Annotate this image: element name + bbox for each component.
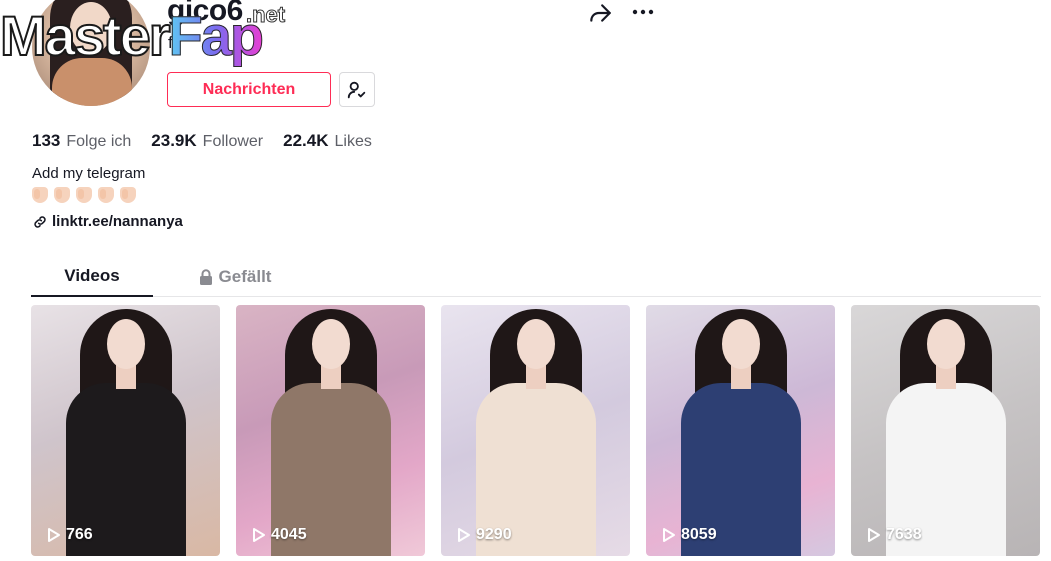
play-icon [458, 528, 470, 542]
tab-liked-label: Gefällt [218, 266, 272, 286]
stat-value: 22.4K [283, 131, 329, 150]
video-view-count: 7638 [886, 526, 922, 543]
profile-stats: 133 Folge ich 23.9K Follower 22.4K Likes [32, 131, 372, 151]
video-card[interactable]: 4045 [236, 305, 425, 556]
profile-link[interactable]: linktr.ee/nannanya [32, 213, 183, 230]
video-view-count: 8059 [681, 526, 717, 543]
video-views: 8059 [662, 526, 717, 544]
stat-value: 133 [32, 131, 61, 150]
video-views: 766 [47, 526, 93, 544]
video-card[interactable]: 7638 [851, 305, 1040, 556]
video-view-count: 4045 [271, 526, 307, 543]
message-button[interactable]: Nachrichten [167, 72, 331, 107]
video-grid: 766 4045 9290 8059 7638 [31, 305, 1040, 556]
video-card[interactable]: 766 [31, 305, 220, 556]
link-text[interactable]: linktr.ee/nannanya [52, 213, 183, 230]
point-down-icon [98, 187, 114, 203]
stat-label: Likes [334, 133, 372, 150]
follow-status-button[interactable] [339, 72, 375, 107]
stat-following[interactable]: 133 Folge ich [32, 131, 131, 151]
bio-emoji-row [32, 187, 136, 203]
play-icon [48, 528, 60, 542]
video-card[interactable]: 9290 [441, 305, 630, 556]
tab-videos-label: Videos [64, 265, 120, 285]
stat-likes: 22.4K Likes [283, 131, 372, 151]
stat-value: 23.9K [151, 131, 197, 150]
video-views: 7638 [867, 526, 922, 544]
play-icon [868, 528, 880, 542]
share-icon[interactable] [587, 0, 613, 26]
watermark: MasterFap [0, 7, 265, 65]
point-down-icon [120, 187, 136, 203]
video-views: 4045 [252, 526, 307, 544]
watermark-suffix: .net [245, 2, 286, 28]
video-view-count: 766 [66, 526, 93, 543]
tab-liked[interactable]: Gefällt [185, 256, 285, 297]
point-down-icon [54, 187, 70, 203]
stat-followers[interactable]: 23.9K Follower [151, 131, 263, 151]
play-icon [253, 528, 265, 542]
video-card[interactable]: 8059 [646, 305, 835, 556]
video-view-count: 9290 [476, 526, 512, 543]
point-down-icon [76, 187, 92, 203]
stat-label: Follower [202, 133, 264, 150]
tab-videos[interactable]: Videos [31, 256, 153, 297]
lock-icon [199, 268, 212, 285]
play-icon [663, 528, 675, 542]
video-views: 9290 [457, 526, 512, 544]
stat-label: Folge ich [66, 133, 132, 150]
watermark-part1: Master [0, 4, 172, 67]
more-icon[interactable] [630, 2, 656, 22]
link-icon [34, 215, 46, 228]
profile-page: gico6 fl MasterFap .net Nachrichten 133 … [0, 0, 1051, 561]
bio-text: Add my telegram [32, 165, 146, 182]
point-down-icon [32, 187, 48, 203]
user-check-icon [347, 81, 366, 98]
profile-tabs: Videos Gefällt [31, 256, 1041, 297]
